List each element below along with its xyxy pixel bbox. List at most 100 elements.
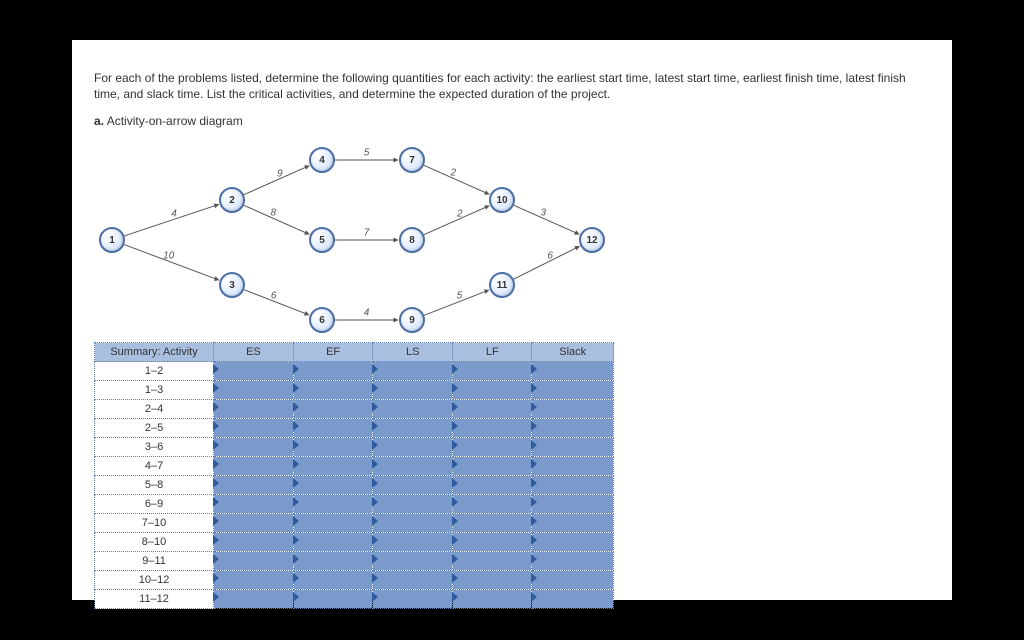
value-cell[interactable]: [293, 457, 373, 476]
value-cell[interactable]: [293, 514, 373, 533]
caption-text: Activity-on-arrow diagram: [104, 114, 243, 128]
edge-2-5: [244, 206, 309, 235]
value-cell[interactable]: [532, 419, 614, 438]
value-cell[interactable]: [453, 362, 532, 381]
edge-7-10: [424, 166, 489, 195]
value-cell[interactable]: [373, 590, 453, 609]
value-cell[interactable]: [214, 438, 294, 457]
col-header-0: Summary: Activity: [95, 343, 214, 362]
value-cell[interactable]: [532, 362, 614, 381]
value-cell[interactable]: [453, 419, 532, 438]
value-cell[interactable]: [293, 590, 373, 609]
value-cell[interactable]: [373, 514, 453, 533]
activity-cell: 8–10: [95, 533, 214, 552]
value-cell[interactable]: [293, 552, 373, 571]
value-cell[interactable]: [214, 381, 294, 400]
value-cell[interactable]: [532, 476, 614, 495]
value-cell[interactable]: [293, 533, 373, 552]
part-label: a.: [94, 114, 104, 128]
diagram-caption: a. Activity-on-arrow diagram: [94, 114, 930, 128]
value-cell[interactable]: [453, 476, 532, 495]
edge-weight-7-10: 2: [451, 168, 457, 179]
value-cell[interactable]: [214, 533, 294, 552]
value-cell[interactable]: [293, 438, 373, 457]
col-header-3: LS: [373, 343, 453, 362]
value-cell[interactable]: [532, 552, 614, 571]
value-cell[interactable]: [373, 533, 453, 552]
value-cell[interactable]: [293, 381, 373, 400]
value-cell[interactable]: [214, 362, 294, 381]
value-cell[interactable]: [532, 495, 614, 514]
value-cell[interactable]: [532, 400, 614, 419]
value-cell[interactable]: [373, 362, 453, 381]
value-cell[interactable]: [214, 590, 294, 609]
value-cell[interactable]: [532, 571, 614, 590]
value-cell[interactable]: [453, 495, 532, 514]
table-row: 7–10: [95, 514, 614, 533]
value-cell[interactable]: [214, 457, 294, 476]
value-cell[interactable]: [214, 552, 294, 571]
activity-cell: 2–4: [95, 400, 214, 419]
value-cell[interactable]: [373, 476, 453, 495]
value-cell[interactable]: [453, 457, 532, 476]
activity-cell: 7–10: [95, 514, 214, 533]
value-cell[interactable]: [293, 400, 373, 419]
edge-weight-4-7: 5: [364, 148, 370, 159]
edge-weight-8-10: 2: [457, 208, 463, 219]
table-row: 5–8: [95, 476, 614, 495]
value-cell[interactable]: [453, 400, 532, 419]
document-page: For each of the problems listed, determi…: [72, 40, 952, 600]
activity-cell: 4–7: [95, 457, 214, 476]
value-cell[interactable]: [373, 381, 453, 400]
value-cell[interactable]: [373, 457, 453, 476]
edge-weight-3-6: 6: [271, 290, 277, 301]
value-cell[interactable]: [453, 552, 532, 571]
value-cell[interactable]: [453, 514, 532, 533]
activity-cell: 11–12: [95, 590, 214, 609]
table-row: 9–11: [95, 552, 614, 571]
value-cell[interactable]: [532, 457, 614, 476]
value-cell[interactable]: [293, 362, 373, 381]
value-cell[interactable]: [532, 590, 614, 609]
value-cell[interactable]: [214, 419, 294, 438]
edge-weight-9-11: 5: [457, 291, 463, 302]
table-row: 2–4: [95, 400, 614, 419]
activity-cell: 1–2: [95, 362, 214, 381]
edge-weight-1-2: 4: [171, 208, 177, 219]
activity-cell: 6–9: [95, 495, 214, 514]
activity-cell: 10–12: [95, 571, 214, 590]
value-cell[interactable]: [532, 438, 614, 457]
value-cell[interactable]: [373, 552, 453, 571]
table-row: 1–2: [95, 362, 614, 381]
value-cell[interactable]: [293, 495, 373, 514]
edge-weight-1-3: 10: [163, 250, 174, 261]
value-cell[interactable]: [293, 419, 373, 438]
value-cell[interactable]: [214, 476, 294, 495]
value-cell[interactable]: [453, 571, 532, 590]
edge-weight-6-9: 4: [364, 308, 370, 319]
value-cell[interactable]: [214, 514, 294, 533]
value-cell[interactable]: [373, 419, 453, 438]
table-row: 4–7: [95, 457, 614, 476]
activity-cell: 1–3: [95, 381, 214, 400]
value-cell[interactable]: [214, 571, 294, 590]
value-cell[interactable]: [532, 514, 614, 533]
value-cell[interactable]: [453, 590, 532, 609]
value-cell[interactable]: [453, 381, 532, 400]
value-cell[interactable]: [373, 438, 453, 457]
col-header-2: EF: [293, 343, 373, 362]
value-cell[interactable]: [293, 571, 373, 590]
table-row: 6–9: [95, 495, 614, 514]
value-cell[interactable]: [532, 533, 614, 552]
edge-weight-11-12: 6: [547, 251, 553, 262]
value-cell[interactable]: [373, 571, 453, 590]
value-cell[interactable]: [453, 438, 532, 457]
value-cell[interactable]: [214, 495, 294, 514]
value-cell[interactable]: [373, 400, 453, 419]
activity-cell: 2–5: [95, 419, 214, 438]
value-cell[interactable]: [373, 495, 453, 514]
value-cell[interactable]: [293, 476, 373, 495]
value-cell[interactable]: [532, 381, 614, 400]
value-cell[interactable]: [453, 533, 532, 552]
value-cell[interactable]: [214, 400, 294, 419]
